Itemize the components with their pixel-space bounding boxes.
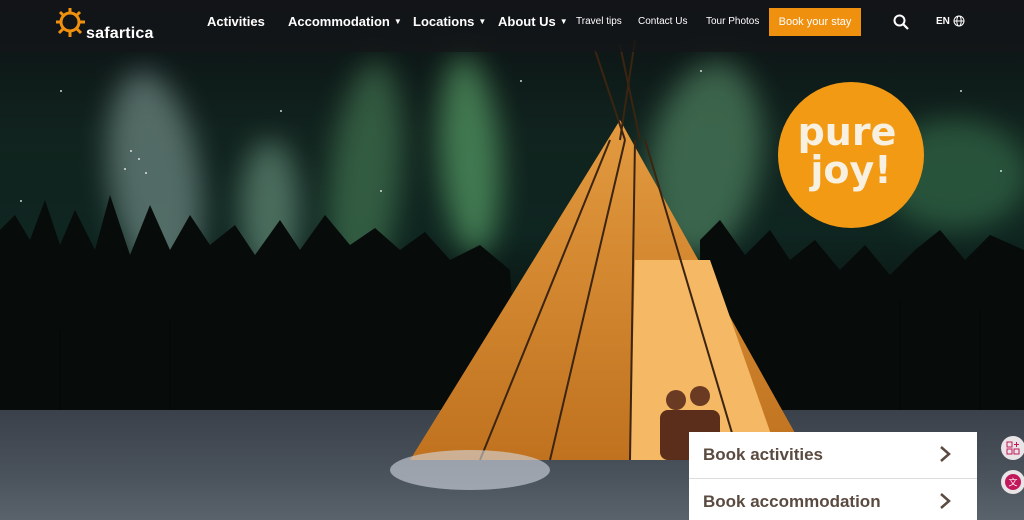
nav-accommodation-label: Accommodation: [288, 14, 390, 29]
pure-joy-badge: pure joy!: [778, 82, 924, 228]
nav-tour-photos[interactable]: Tour Photos: [706, 16, 759, 27]
brand-name[interactable]: safartica: [86, 25, 154, 43]
language-selector[interactable]: EN: [936, 16, 950, 27]
accessibility-widget-button[interactable]: [1001, 436, 1024, 460]
chevron-down-icon: ▼: [393, 17, 402, 26]
translate-widget-button[interactable]: 文: [1001, 470, 1024, 494]
nav-locations-label: Locations: [413, 14, 475, 29]
nav-about-us[interactable]: About Us ▼: [498, 14, 568, 29]
chevron-right-icon: [940, 446, 951, 462]
book-your-stay-button[interactable]: Book your stay: [769, 8, 861, 36]
translate-icon: 文: [1005, 474, 1021, 490]
book-activities-label: Book activities: [703, 445, 823, 464]
chevron-down-icon: ▼: [478, 17, 487, 26]
nav-accommodation[interactable]: Accommodation ▼: [288, 14, 402, 29]
svg-text:文: 文: [1008, 477, 1017, 489]
book-activities-card[interactable]: Book activities: [689, 432, 977, 479]
nav-travel-tips[interactable]: Travel tips: [576, 16, 622, 27]
globe-icon[interactable]: [953, 15, 965, 27]
badge-line-2: joy!: [810, 148, 892, 192]
book-accommodation-label: Book accommodation: [703, 492, 881, 511]
chevron-right-icon: [940, 493, 951, 509]
sun-logo-icon: [56, 8, 85, 37]
site-header: safartica Activities Accommodation ▼ Loca…: [0, 0, 1024, 52]
grid-plus-icon: [1006, 441, 1020, 455]
nav-contact-us[interactable]: Contact Us: [638, 16, 687, 27]
nav-activities[interactable]: Activities: [207, 14, 265, 29]
nav-locations[interactable]: Locations ▼: [413, 14, 486, 29]
book-accommodation-card[interactable]: Book accommodation: [689, 479, 977, 520]
search-icon[interactable]: [893, 14, 909, 30]
nav-about-us-label: About Us: [498, 14, 556, 29]
chevron-down-icon: ▼: [559, 17, 568, 26]
